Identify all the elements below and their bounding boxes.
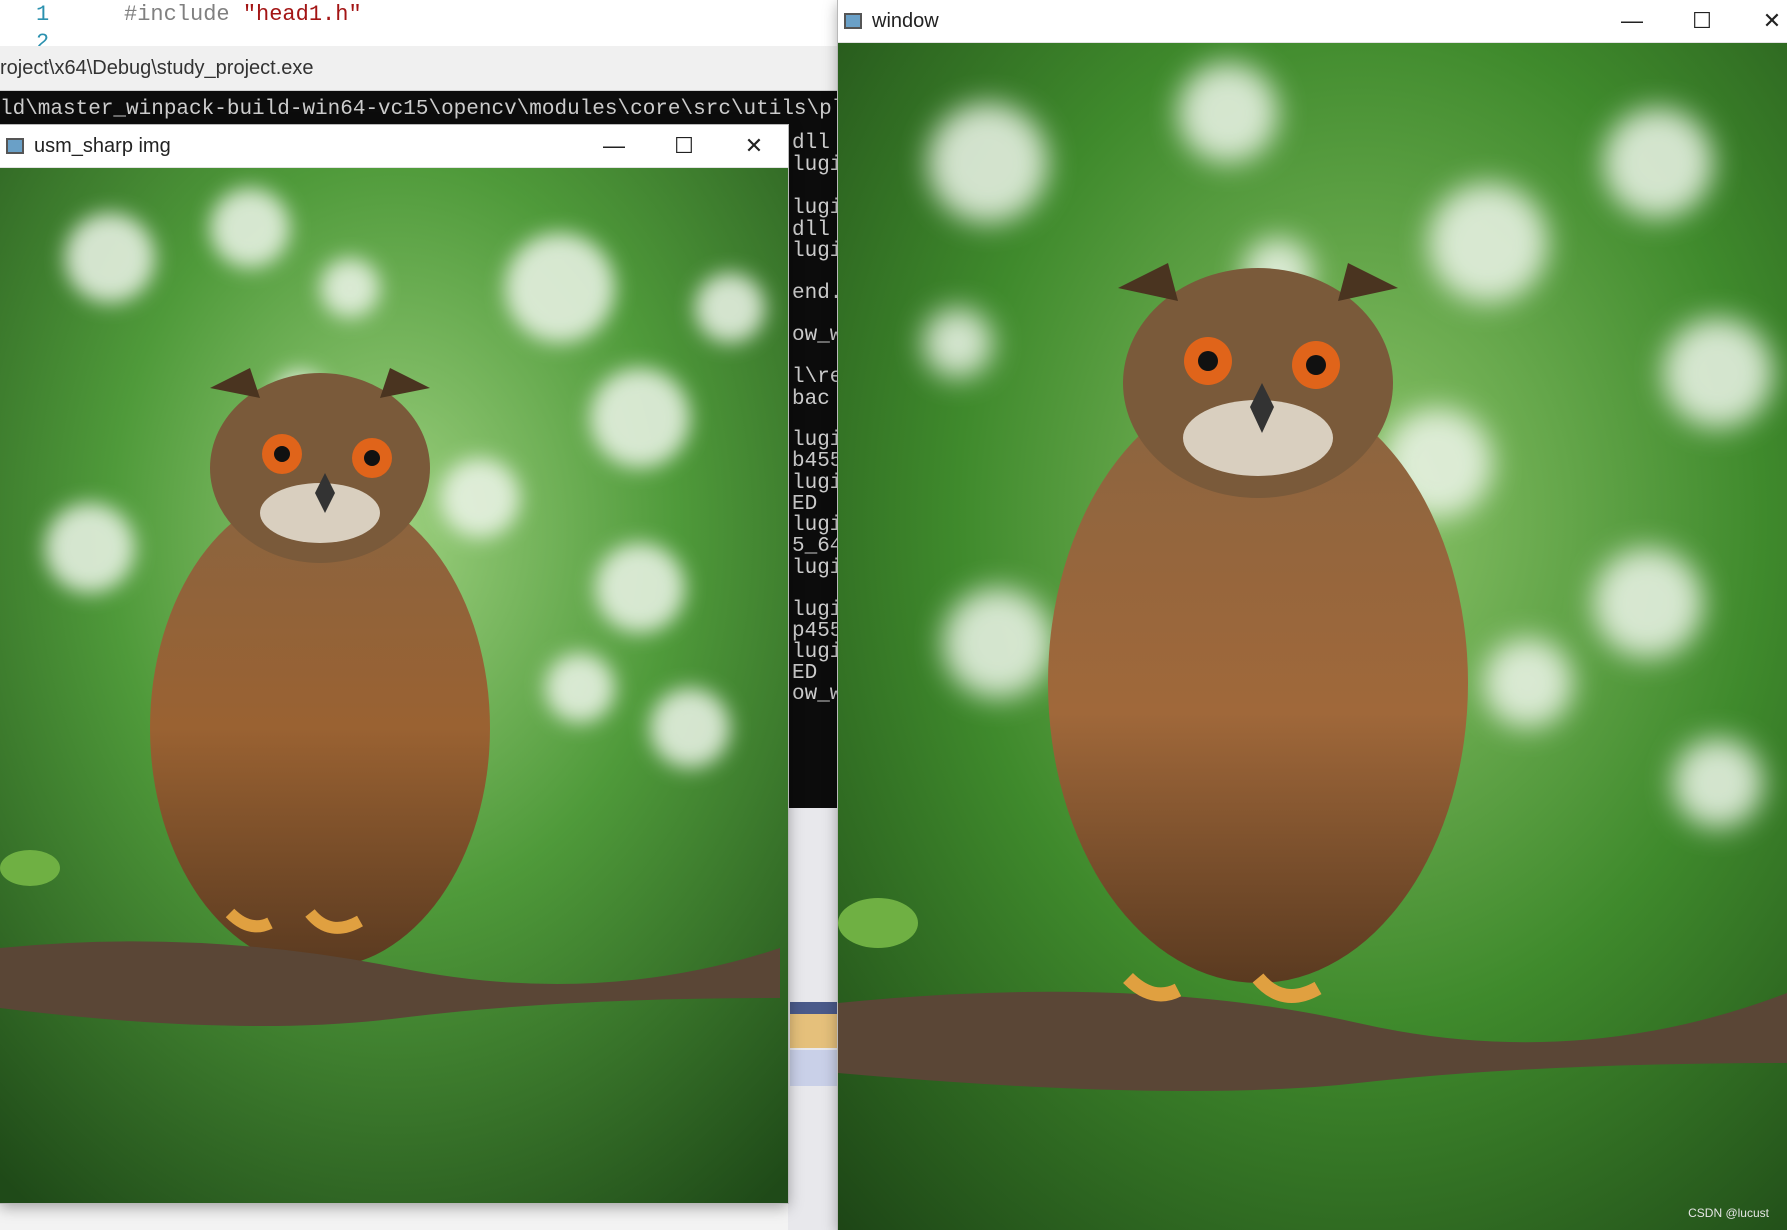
window-titlebar[interactable]: usm_sharp img — ☐ ✕: [0, 125, 788, 168]
close-button[interactable]: ✕: [720, 125, 788, 167]
line-number: 1: [36, 2, 50, 27]
console-line-fragment: b455: [792, 450, 838, 473]
console-line-fragment: lugi: [792, 197, 838, 220]
owl-image: [0, 168, 788, 1203]
ide-row-highlight: [790, 1050, 838, 1086]
usm-image-window[interactable]: usm_sharp img — ☐ ✕: [0, 125, 788, 1203]
console-line-fragment: lugi: [792, 240, 838, 263]
window-title: window: [872, 9, 939, 32]
maximize-button[interactable]: ☐: [650, 125, 718, 167]
code-string: "head1.h": [242, 2, 362, 27]
code-directive: #include: [124, 2, 243, 27]
window-title: usm_sharp img: [34, 134, 171, 157]
console-line-fragment: bac: [792, 388, 830, 411]
app-icon: [6, 138, 24, 154]
close-button[interactable]: ✕: [1738, 0, 1787, 42]
console-line-fragment: 5_64: [792, 535, 838, 558]
minimize-button[interactable]: —: [580, 125, 648, 167]
console-line-fragment: ow_w: [792, 324, 838, 347]
console-line-fragment: end.: [792, 282, 838, 305]
console-titlebar[interactable]: roject\x64\Debug\study_project.exe: [0, 46, 838, 91]
main-image-window[interactable]: window — ☐ ✕ CSDN @lucust: [838, 0, 1787, 1230]
code-editor: 1 #include "head1.h" 2: [0, 0, 840, 48]
code-line: #include "head1.h": [124, 2, 362, 27]
window-titlebar[interactable]: window — ☐ ✕: [838, 0, 1787, 43]
app-icon: [844, 13, 862, 29]
console-line: ld\master_winpack-build-win64-vc15\openc…: [0, 98, 838, 121]
console-line-fragment: lugi: [792, 154, 838, 177]
ide-row-highlight: [790, 1014, 838, 1048]
minimize-button[interactable]: —: [1598, 0, 1666, 42]
console-line-fragment: dll: [792, 132, 830, 155]
console-line-fragment: ow_w: [792, 683, 838, 706]
owl-image: CSDN @lucust: [838, 43, 1787, 1230]
maximize-button[interactable]: ☐: [1668, 0, 1736, 42]
ide-row-highlight: [790, 1002, 838, 1014]
console-line-fragment: l\re: [792, 366, 838, 389]
console-title: roject\x64\Debug\study_project.exe: [0, 57, 314, 79]
watermark: CSDN @lucust: [1688, 1206, 1769, 1220]
console-line-fragment: lugi: [792, 557, 838, 580]
